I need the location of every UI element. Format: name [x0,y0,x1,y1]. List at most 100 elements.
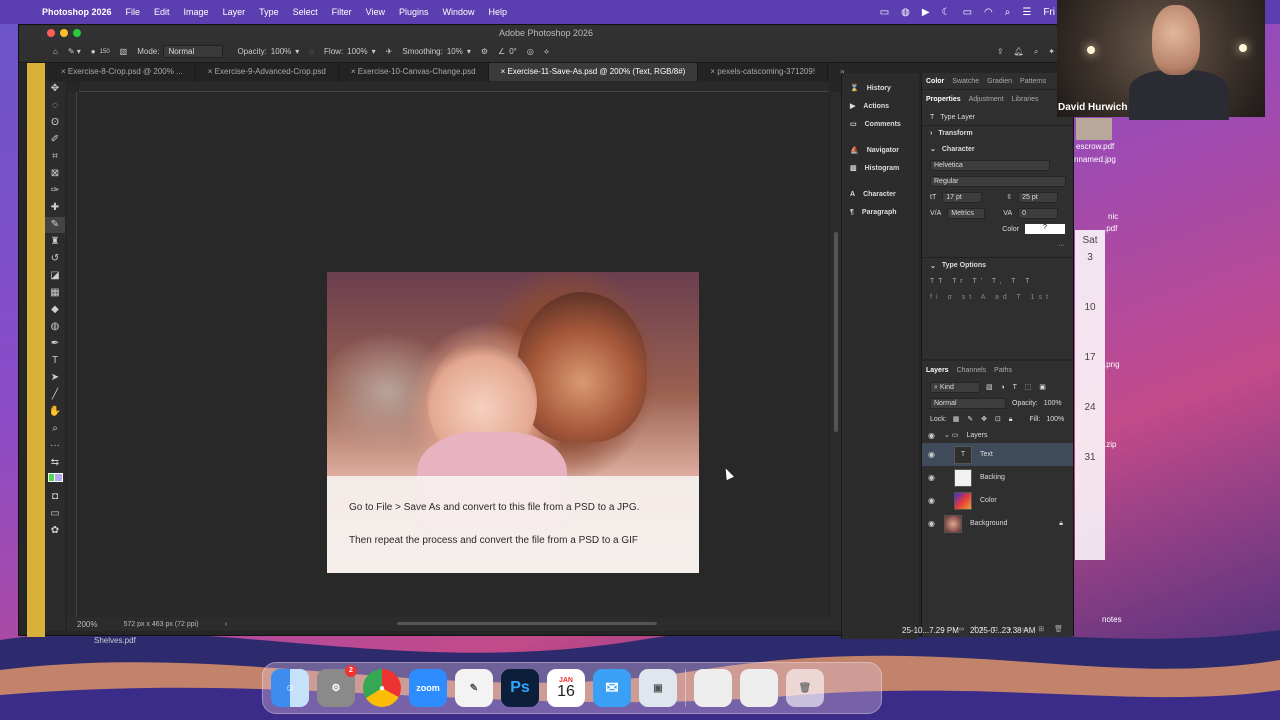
menu-file[interactable]: File [126,7,141,17]
chrome-icon[interactable]: ● [363,669,401,707]
tab-adjustments[interactable]: Adjustment [969,96,1004,103]
angle-value[interactable]: 0° [509,47,517,56]
desktop-file-label[interactable]: escrow.pdf [1076,142,1114,151]
tab-exercise-11[interactable]: × Exercise-11-Save-As.psd @ 200% (Text, … [488,63,699,81]
more-options-icon[interactable]: ··· [922,237,1073,253]
battery-icon[interactable]: ▭ [963,7,972,18]
panel-paragraph[interactable]: ¶ Paragraph [842,203,919,221]
panel-comments[interactable]: ▭ Comments [842,115,919,133]
menu-image[interactable]: Image [184,7,209,17]
recent-window-thumb[interactable] [694,669,732,707]
discover-icon[interactable]: ✦ [1048,47,1055,56]
tab-properties[interactable]: Properties [926,96,961,103]
edit-toolbar-icon[interactable]: ✿ [45,523,65,539]
tab-pexels[interactable]: × pexels-catscoming-371209! [698,63,829,81]
wifi-icon[interactable]: ◠ [984,7,993,18]
tab-exercise-10[interactable]: × Exercise-10-Canvas-Change.psd [339,63,489,81]
leading-field[interactable]: 25 pt [1018,191,1059,203]
canvas-area[interactable]: Go to File > Save As and convert to this… [77,92,829,617]
desktop-file-label[interactable]: nnamed.jpg [1074,155,1116,164]
tab-channels[interactable]: Channels [957,367,987,374]
tab-patterns[interactable]: Patterns [1020,78,1046,85]
tab-paths[interactable]: Paths [994,367,1012,374]
blur-tool-icon[interactable]: ◆ [45,302,65,318]
opentype-buttons[interactable]: fi σ st A ad T 1st [922,289,1073,305]
color-swatches[interactable] [45,472,65,488]
zoom-window-button[interactable] [73,29,81,37]
screen-share-icon[interactable]: ▭ [880,7,889,18]
menu-plugins[interactable]: Plugins [399,7,429,17]
menu-filter[interactable]: Filter [332,7,352,17]
layer-text[interactable]: ◉ T Text [922,443,1073,466]
screen-mode-icon[interactable]: ▭ [45,506,65,522]
tab-libraries[interactable]: Libraries [1012,96,1039,103]
opacity-value[interactable]: 100% [271,47,291,56]
menubar-clock[interactable]: Fri [1043,7,1055,18]
layer-opacity-value[interactable]: 100% [1044,400,1062,407]
swap-colors-icon[interactable]: ⇆ [45,455,65,471]
dodge-tool-icon[interactable]: ◍ [45,319,65,335]
type-tool-icon[interactable]: T [45,353,65,369]
hand-tool-icon[interactable]: ✋ [45,404,65,420]
healing-tool-icon[interactable]: ✚ [45,200,65,216]
layer-group-layers[interactable]: ◉ ⌄ ▭ Layers [922,427,1073,443]
system-settings-icon[interactable]: ⚙ 2 [317,665,357,707]
line-tool-icon[interactable]: ╱ [45,387,65,403]
layer-color[interactable]: ◉ Color [922,489,1073,512]
document-canvas[interactable]: Go to File > Save As and convert to this… [327,272,699,573]
share-icon[interactable]: ⇪ [997,47,1004,56]
brush-size-preset[interactable]: ● 150 [91,47,110,56]
stamp-tool-icon[interactable]: ♜ [45,234,65,250]
lock-icons[interactable]: ▦ ✎ ✥ ⊡ 🔒︎ [953,415,1016,424]
visibility-eye-icon[interactable]: ◉ [928,450,936,459]
symmetry-icon[interactable]: ⟡ [544,47,549,57]
search-icon[interactable]: ⌕ [1005,7,1011,18]
mail-icon[interactable]: ✉ [593,669,631,707]
type-options-section[interactable]: ⌄ Type Options [922,257,1073,273]
finder-icon[interactable]: ☺ [271,669,309,707]
visibility-eye-icon[interactable]: ◉ [928,431,936,440]
brush-tool-icon[interactable]: ✎ ▾ [68,47,81,56]
menu-select[interactable]: Select [293,7,318,17]
menu-help[interactable]: Help [489,7,508,17]
desktop-file-label[interactable]: .pdf [1104,224,1117,233]
more-tools-icon[interactable]: ··· [45,438,65,454]
status-menu-icon[interactable]: › [225,621,227,628]
desktop-file-label[interactable]: .zip [1104,440,1116,449]
brush-tool-icon[interactable]: ✎ [45,217,65,233]
airbrush-icon[interactable]: ✈ [386,47,393,56]
desktop-file-label[interactable]: nic [1108,212,1118,221]
menu-layer[interactable]: Layer [223,7,246,17]
kerning-field[interactable]: Metrics [947,207,986,219]
fill-value[interactable]: 100% [1046,416,1064,423]
visibility-eye-icon[interactable]: ◉ [928,496,936,505]
transform-section[interactable]: › Transform [922,125,1073,141]
visibility-eye-icon[interactable]: ◉ [928,519,936,528]
font-size-field[interactable]: 17 pt [942,191,983,203]
frame-tool-icon[interactable]: ⊠ [45,166,65,182]
quick-select-tool-icon[interactable]: ✐ [45,132,65,148]
scroll-thumb[interactable] [834,232,838,432]
ps-search-icon[interactable]: ⌕ [1034,47,1038,57]
desktop-file-thumb[interactable] [1076,118,1112,140]
smoothing-settings-icon[interactable]: ⚙ [481,47,488,56]
character-section[interactable]: ⌄ Character [922,141,1073,157]
pressure-size-icon[interactable]: ◎ [527,47,534,56]
tab-layers[interactable]: Layers [926,367,949,374]
menu-window[interactable]: Window [443,7,475,17]
marquee-tool-icon[interactable]: ◌ [45,98,65,114]
pages-icon[interactable]: ✎ [455,669,493,707]
quick-mask-icon[interactable]: ◘ [45,489,65,505]
eyedropper-tool-icon[interactable]: ✑ [45,183,65,199]
text-color-swatch[interactable]: ? [1025,224,1065,234]
crop-tool-icon[interactable]: ⌗ [45,149,65,165]
close-window-button[interactable] [47,29,55,37]
tab-gradients[interactable]: Gradien [987,78,1012,85]
blend-mode-select[interactable]: Normal [930,397,1006,409]
horizontal-scrollbar[interactable] [397,622,657,625]
minimize-window-button[interactable] [60,29,68,37]
vertical-scrollbar[interactable] [831,92,841,617]
bell-icon[interactable]: 🔔︎ [1014,47,1024,56]
tracking-field[interactable]: 0 [1018,207,1059,219]
menubar-app-name[interactable]: Photoshop 2026 [42,7,112,17]
